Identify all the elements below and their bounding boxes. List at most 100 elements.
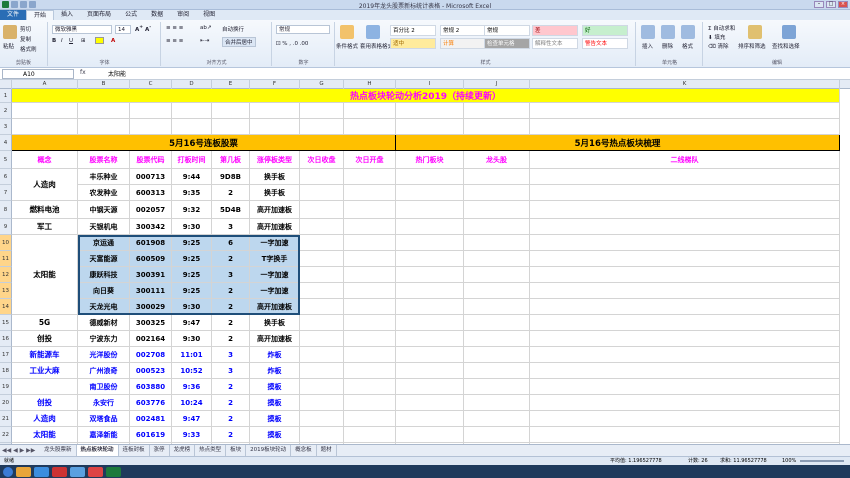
row-header[interactable]: 12 xyxy=(0,267,12,283)
grow-font-icon[interactable]: A+ A- xyxy=(135,25,151,33)
empty-cell[interactable] xyxy=(300,267,344,283)
board-count-cell[interactable]: 3 xyxy=(212,363,250,379)
taskbar-explorer-icon[interactable] xyxy=(16,466,31,477)
empty-cell[interactable] xyxy=(530,283,840,299)
empty-cell[interactable] xyxy=(344,235,396,251)
stock-name-cell[interactable]: 丰乐种业 xyxy=(78,169,130,185)
tab-review[interactable]: 审阅 xyxy=(170,10,196,20)
empty-cell[interactable] xyxy=(396,201,464,219)
stock-name-cell[interactable]: 广州浪奇 xyxy=(78,363,130,379)
empty-cell[interactable] xyxy=(344,379,396,395)
empty-cell[interactable] xyxy=(396,169,464,185)
stock-name-cell[interactable]: 德威新材 xyxy=(78,315,130,331)
empty-cell[interactable] xyxy=(464,185,530,201)
insert-cells-icon[interactable] xyxy=(641,25,655,39)
empty-cell[interactable] xyxy=(78,103,130,119)
board-type-cell[interactable]: 摸板 xyxy=(250,379,300,395)
stock-name-cell[interactable]: 光洋股份 xyxy=(78,347,130,363)
tab-view[interactable]: 视图 xyxy=(196,10,222,20)
empty-cell[interactable] xyxy=(530,251,840,267)
board-count-cell[interactable]: 2 xyxy=(212,379,250,395)
empty-cell[interactable] xyxy=(344,201,396,219)
empty-cell[interactable] xyxy=(172,103,212,119)
delete-button[interactable]: 删除 xyxy=(662,42,673,50)
board-type-cell[interactable]: 换手板 xyxy=(250,315,300,331)
stock-name-cell[interactable]: 向日葵 xyxy=(78,283,130,299)
board-count-cell[interactable]: 2 xyxy=(212,251,250,267)
concept-cell[interactable]: 创投 xyxy=(12,395,78,411)
style-7-button[interactable]: 检查单元格 xyxy=(484,38,530,49)
row-header[interactable]: 10 xyxy=(0,235,12,251)
orientation-icon[interactable]: ab↗ xyxy=(200,25,211,31)
stock-code-cell[interactable]: 000713 xyxy=(130,169,172,185)
row-header[interactable]: 8 xyxy=(0,201,12,219)
align-top-icon[interactable]: ≡ ≡ ≡ xyxy=(166,25,183,31)
empty-cell[interactable] xyxy=(530,267,840,283)
worksheet-grid[interactable]: 热点板块轮动分析2019（持续更新） 5月16号连板股票 5月16号热点板块梳理 概念… xyxy=(12,89,850,444)
empty-cell[interactable] xyxy=(300,219,344,235)
sheet-tab[interactable]: 涨停 xyxy=(150,445,170,456)
empty-cell[interactable] xyxy=(464,251,530,267)
zoom-slider[interactable] xyxy=(800,460,844,462)
minimize-button[interactable]: – xyxy=(814,1,824,8)
empty-cell[interactable] xyxy=(464,283,530,299)
border-icon[interactable]: ⊞ xyxy=(81,38,86,44)
row-header[interactable]: 18 xyxy=(0,363,12,379)
board-type-cell[interactable]: 一字加速 xyxy=(250,283,300,299)
concept-cell[interactable]: 太阳能 xyxy=(12,427,78,443)
empty-cell[interactable] xyxy=(344,219,396,235)
board-count-cell[interactable]: 2 xyxy=(212,315,250,331)
empty-cell[interactable] xyxy=(300,119,344,135)
empty-cell[interactable] xyxy=(300,315,344,331)
paste-button[interactable]: 粘贴 xyxy=(3,42,14,50)
concept-cell[interactable]: 燃料电池 xyxy=(12,201,78,219)
stock-code-cell[interactable]: 002481 xyxy=(130,411,172,427)
empty-cell[interactable] xyxy=(396,331,464,347)
empty-cell[interactable] xyxy=(300,411,344,427)
empty-cell[interactable] xyxy=(464,315,530,331)
merge-center-button[interactable]: 合并后居中 xyxy=(222,37,256,47)
style-3-button[interactable]: 差 xyxy=(532,25,578,36)
concept-cell[interactable]: 创投 xyxy=(12,331,78,347)
board-type-cell[interactable]: 炸板 xyxy=(250,347,300,363)
sheet-tab[interactable]: 概念板 xyxy=(291,445,317,456)
font-color-icon[interactable]: A xyxy=(111,38,115,44)
row-header[interactable]: 21 xyxy=(0,411,12,427)
column-title-cell[interactable]: 二线梯队 xyxy=(530,151,840,169)
style-9-button[interactable]: 警告文本 xyxy=(582,38,628,49)
row-header[interactable]: 11 xyxy=(0,251,12,267)
bold-icon[interactable]: B xyxy=(52,38,56,44)
stock-name-cell[interactable]: 嘉泽新能 xyxy=(78,427,130,443)
stock-name-cell[interactable]: 天银机电 xyxy=(78,219,130,235)
board-count-cell[interactable]: 5D4B xyxy=(212,201,250,219)
format-cells-icon[interactable] xyxy=(681,25,695,39)
empty-cell[interactable] xyxy=(396,267,464,283)
board-time-cell[interactable]: 9:25 xyxy=(172,251,212,267)
clear-button[interactable]: ⌫ 清除 xyxy=(708,42,729,50)
empty-cell[interactable] xyxy=(344,185,396,201)
copy-button[interactable]: 复制 xyxy=(20,35,31,43)
sheet-tab[interactable]: 板块 xyxy=(226,445,247,456)
board-type-cell[interactable]: T字换手 xyxy=(250,251,300,267)
empty-cell[interactable] xyxy=(464,379,530,395)
formula-input[interactable]: 太阳能 xyxy=(108,69,126,78)
row-header[interactable]: 7 xyxy=(0,185,12,201)
board-type-cell[interactable]: 炸板 xyxy=(250,363,300,379)
column-title-cell[interactable]: 第几板 xyxy=(212,151,250,169)
board-count-cell[interactable]: 2 xyxy=(212,411,250,427)
tab-formulas[interactable]: 公式 xyxy=(118,10,144,20)
sheet-tab[interactable]: 热点板块轮动 xyxy=(76,445,119,456)
fill-button[interactable]: ⬇ 填充 xyxy=(708,33,725,41)
empty-cell[interactable] xyxy=(396,299,464,315)
empty-cell[interactable] xyxy=(344,251,396,267)
stock-name-cell[interactable]: 双塔食品 xyxy=(78,411,130,427)
sheet-tab[interactable]: 题材 xyxy=(317,445,337,456)
concept-cell[interactable]: 人造肉 xyxy=(12,411,78,427)
stock-code-cell[interactable]: 000523 xyxy=(130,363,172,379)
empty-cell[interactable] xyxy=(212,119,250,135)
empty-cell[interactable] xyxy=(396,411,464,427)
empty-cell[interactable] xyxy=(396,347,464,363)
sheet-tab[interactable]: 热点类型 xyxy=(195,445,227,456)
board-time-cell[interactable]: 9:47 xyxy=(172,411,212,427)
empty-cell[interactable] xyxy=(300,427,344,443)
